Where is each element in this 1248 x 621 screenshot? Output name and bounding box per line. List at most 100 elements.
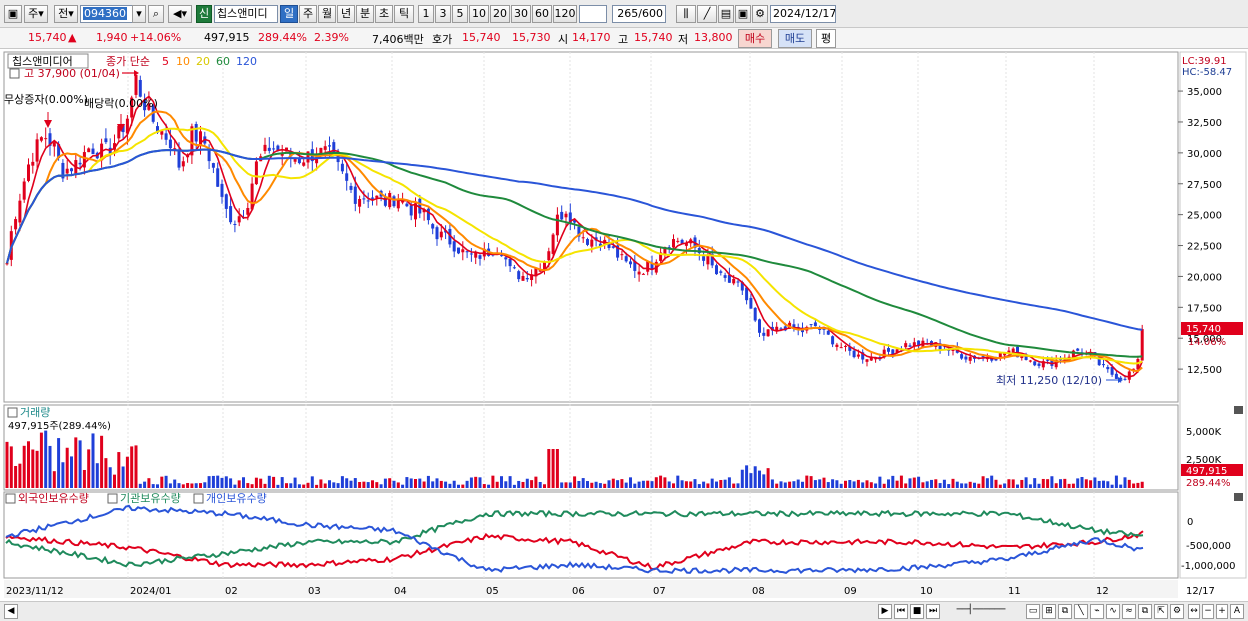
period-minute-button[interactable]: 분 bbox=[356, 5, 374, 23]
interval-3-button[interactable]: 3 bbox=[435, 5, 451, 23]
flat-button[interactable]: 평 bbox=[816, 29, 836, 48]
indicator-tool-icon[interactable]: ∿ bbox=[1106, 604, 1120, 619]
zoom-out-icon[interactable]: − bbox=[1202, 604, 1214, 619]
draw-line-icon[interactable]: ╱ bbox=[697, 5, 717, 23]
volume-bar bbox=[882, 483, 886, 488]
wave-tool-icon[interactable]: ≈ bbox=[1122, 604, 1136, 619]
candle-body bbox=[551, 234, 555, 254]
legend-toggle-icon[interactable] bbox=[9, 68, 20, 79]
holding-toggle-inst-icon[interactable] bbox=[107, 493, 118, 504]
volume-bar bbox=[254, 477, 258, 488]
candle-icon[interactable]: ⫼ bbox=[676, 5, 696, 23]
candle-body bbox=[1102, 364, 1105, 366]
holding-toggle-foreign-icon[interactable] bbox=[5, 493, 16, 504]
window-cascade-icon[interactable]: ⧉ bbox=[1058, 604, 1072, 619]
period-year-button[interactable]: 년 bbox=[337, 5, 355, 23]
zoom-in-icon[interactable]: + bbox=[1216, 604, 1228, 619]
draw-tool-icon[interactable]: ╲ bbox=[1074, 604, 1088, 619]
rewind-icon[interactable]: ⏮ bbox=[894, 604, 908, 619]
gear-icon[interactable]: ⚙ bbox=[752, 5, 768, 23]
count-field[interactable]: 265/600 bbox=[612, 5, 666, 23]
volume-bar bbox=[573, 476, 577, 488]
candle-body bbox=[181, 161, 185, 167]
print-icon[interactable]: ▤ bbox=[718, 5, 734, 23]
volume-bar bbox=[934, 479, 938, 488]
volume-bar bbox=[942, 479, 946, 488]
stock-name-field[interactable]: 칩스앤미디 bbox=[214, 5, 278, 23]
interval-5-button[interactable]: 5 bbox=[452, 5, 468, 23]
zoom-slider[interactable]: ──┤────── bbox=[946, 604, 1016, 619]
volume-bar bbox=[732, 483, 736, 488]
volume-bar bbox=[504, 481, 508, 488]
interval-20-button[interactable]: 20 bbox=[490, 5, 510, 23]
period-second-button[interactable]: 초 bbox=[375, 5, 393, 23]
chart-area[interactable]: 칩스앤미디어 종가 단순 5 10 20 60 120 고 37,900 (01… bbox=[0, 50, 1248, 602]
candle-body bbox=[547, 251, 551, 261]
interval-30-button[interactable]: 30 bbox=[511, 5, 531, 23]
volume-bar bbox=[1046, 479, 1050, 488]
window-split-icon[interactable]: ⊞ bbox=[1042, 604, 1056, 619]
save-icon[interactable]: ▣ bbox=[735, 5, 751, 23]
high-label: 고 bbox=[618, 33, 629, 46]
volume-bar bbox=[297, 484, 301, 488]
interval-60-button[interactable]: 60 bbox=[532, 5, 552, 23]
buy-button[interactable]: 매수 bbox=[738, 29, 772, 48]
interval-120-button[interactable]: 120 bbox=[553, 5, 577, 23]
candle-body bbox=[758, 319, 761, 333]
settings-tool-icon[interactable]: ⚙ bbox=[1170, 604, 1184, 619]
volume-bar bbox=[637, 481, 641, 488]
crosshair-icon[interactable]: ↔ bbox=[1188, 604, 1200, 619]
new-badge[interactable]: 신 bbox=[196, 5, 212, 23]
sell-button[interactable]: 매도 bbox=[778, 29, 812, 48]
stock-chart[interactable]: 칩스앤미디어 종가 단순 5 10 20 60 120 고 37,900 (01… bbox=[0, 50, 1248, 602]
candle-body bbox=[405, 203, 409, 207]
holding-toggle-indiv-icon[interactable] bbox=[193, 493, 204, 504]
candle-body bbox=[719, 271, 723, 273]
volume-toggle-icon[interactable] bbox=[7, 407, 18, 418]
holding-close-icon[interactable] bbox=[1234, 493, 1243, 501]
candle-body bbox=[1123, 378, 1127, 380]
period-week-button[interactable]: 주 bbox=[299, 5, 317, 23]
scroll-right-icon[interactable]: ▶ bbox=[878, 604, 892, 619]
scroll-left-icon[interactable]: ◀ bbox=[4, 604, 18, 619]
volume-bar bbox=[607, 480, 611, 488]
volume-bar bbox=[1132, 483, 1136, 488]
interval-1-button[interactable]: 1 bbox=[418, 5, 434, 23]
export-icon[interactable]: ⇱ bbox=[1154, 604, 1168, 619]
search-icon[interactable]: ⌕ bbox=[148, 5, 164, 23]
copy-icon[interactable]: ⧉ bbox=[1138, 604, 1152, 619]
period-day-button[interactable]: 일 bbox=[280, 5, 298, 23]
volume-bar bbox=[246, 483, 250, 488]
volume-bar bbox=[1114, 475, 1118, 488]
forward-icon[interactable]: ⏭ bbox=[926, 604, 940, 619]
font-size-icon[interactable]: A bbox=[1230, 604, 1244, 619]
candle-body bbox=[465, 251, 469, 253]
period-main-select[interactable]: 주▾ bbox=[24, 5, 48, 23]
window-tile-icon[interactable]: ▭ bbox=[1026, 604, 1040, 619]
period-tick-button[interactable]: 틱 bbox=[394, 5, 414, 23]
sound-icon[interactable]: ◀▾ bbox=[168, 5, 192, 23]
date-field[interactable]: 2024/12/17 bbox=[770, 5, 836, 23]
code-dropdown-icon[interactable]: ▾ bbox=[132, 5, 146, 23]
stop-icon[interactable]: ■ bbox=[910, 604, 924, 619]
price-tick-label: 17,500 bbox=[1187, 303, 1222, 314]
interval-custom-input[interactable] bbox=[579, 5, 607, 23]
volume-bar bbox=[14, 465, 18, 488]
volume-close-icon[interactable] bbox=[1234, 406, 1243, 414]
market-select[interactable]: 전▾ bbox=[54, 5, 78, 23]
volume-bar bbox=[487, 484, 491, 488]
window-icon[interactable]: ▣ bbox=[4, 5, 22, 23]
volume-bar bbox=[586, 481, 589, 488]
legend-ma10: 10 bbox=[176, 55, 190, 68]
chart-tool-icon[interactable]: ⌁ bbox=[1090, 604, 1104, 619]
candle-body bbox=[508, 258, 512, 267]
volume-bar bbox=[435, 478, 439, 488]
volume-bar bbox=[904, 483, 908, 488]
interval-10-button[interactable]: 10 bbox=[469, 5, 489, 23]
candle-body bbox=[672, 239, 675, 248]
volume-bar bbox=[1136, 482, 1140, 488]
volume-bar bbox=[22, 445, 26, 488]
period-month-button[interactable]: 월 bbox=[318, 5, 336, 23]
volume-bar bbox=[659, 475, 663, 488]
volume-bar bbox=[168, 483, 172, 488]
